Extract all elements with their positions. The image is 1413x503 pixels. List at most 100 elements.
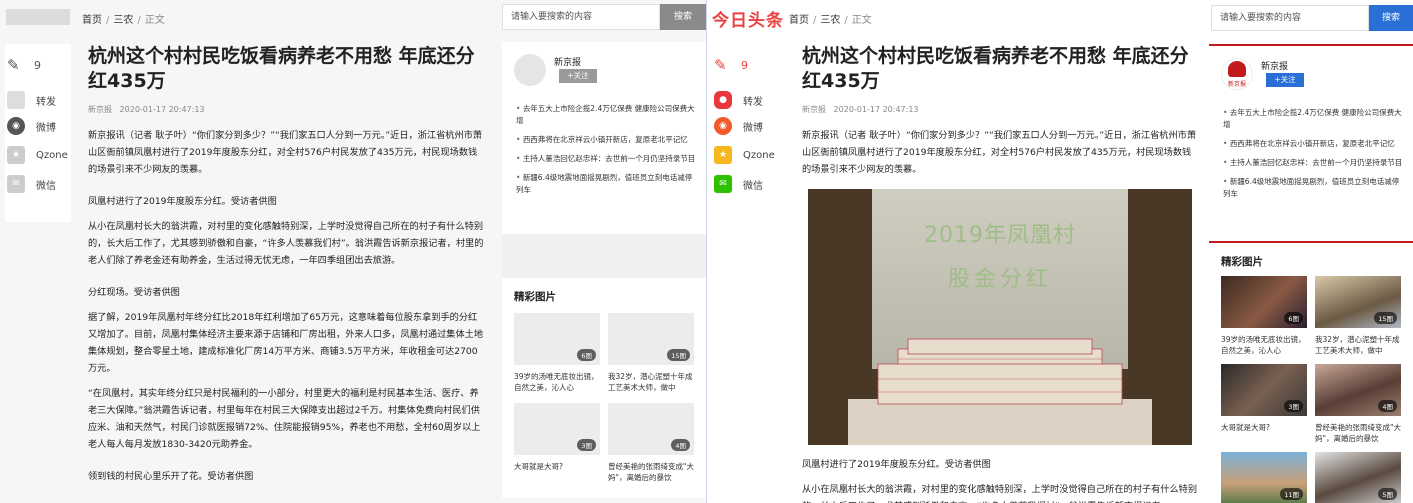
article-photo[interactable]: 2019年凤凰村 股金分红 (808, 189, 1192, 445)
article-title: 杭州这个村村民吃饭看病养老不用愁 年底还分红435万 (802, 45, 1189, 92)
share-repost[interactable]: 转发 (7, 91, 56, 109)
gallery-caption[interactable]: 39岁的汤唯无底妆出镜，自然之美，沁人心 (1221, 334, 1309, 356)
weibo-icon: ◉ (7, 117, 25, 135)
comment-link[interactable]: ✎ 9 (714, 56, 748, 74)
article-time: 2020-01-17 20:47:13 (119, 105, 205, 114)
sidebar-gap (1209, 231, 1413, 243)
article-paragraph: “在凤凰村，其实年终分红只是村民福利的一小部分，村里更大的福利是村民基本生活、医… (88, 388, 481, 450)
share-qzone[interactable]: ★ Qzone (7, 146, 68, 164)
photo-text-line: 股金分红 (947, 267, 1052, 292)
news-item[interactable]: 西西弗将在北京祥云小镇开新店，复原老北平记忆 (516, 134, 698, 146)
breadcrumb-category[interactable]: 三农 (820, 15, 840, 26)
gallery-title: 精彩图片 (514, 291, 556, 303)
search-bar: 请输入要搜索的内容 搜索 (1211, 5, 1413, 31)
gallery-thumb[interactable]: 6图 (1221, 276, 1307, 328)
gallery-caption[interactable]: 39岁的汤唯无底妆出镜，自然之美，沁人心 (514, 371, 602, 393)
photo-count-badge: 3图 (1284, 400, 1303, 412)
gallery-thumb[interactable]: 15图 (1315, 276, 1401, 328)
gallery-caption[interactable]: 曾经美艳的张雨绮变成"大妈"，离婚后的暴饮 (608, 461, 696, 483)
source-avatar[interactable]: 新京报 (1221, 58, 1253, 90)
breadcrumb: 首页 / 三农 / 正文 (789, 15, 872, 26)
share-repost[interactable]: ● 转发 (714, 91, 763, 109)
gallery-thumb[interactable]: 3图 (1221, 364, 1307, 416)
repost-icon: ● (714, 91, 732, 109)
share-qzone[interactable]: ★ Qzone (714, 146, 775, 164)
wechat-icon: ✉ (714, 175, 732, 193)
photo-count-badge: 3图 (577, 439, 596, 451)
share-wechat[interactable]: ✉ 微信 (714, 175, 763, 193)
source-name[interactable]: 新京报 (554, 55, 581, 68)
gallery-caption[interactable]: 大哥就是大哥? (1221, 422, 1309, 433)
share-label: Qzone (36, 149, 68, 161)
news-item[interactable]: 西西弗将在北京祥云小镇开新店，复原老北平记忆 (1223, 138, 1405, 150)
news-item[interactable]: 新疆6.4级地震地面摇晃剧烈，值班员立刻电话减停列车 (516, 172, 698, 196)
toutiao-logo[interactable]: 今日头条 (712, 6, 784, 31)
article-paragraph: 新京报讯（记者 耿子叶）“你们家分到多少？”“我们家五口人分到一万元。”近日，浙… (88, 130, 483, 175)
qzone-icon: ★ (714, 146, 732, 164)
gallery-caption[interactable]: 大哥就是大哥? (514, 461, 602, 472)
image-caption: 凤凰村进行了2019年度股东分红。受访者供图 (802, 459, 991, 470)
comment-count: 9 (741, 58, 748, 72)
follow-button[interactable]: +关注 (1266, 73, 1304, 87)
left-page-pane: 首页 / 三农 / 正文 请输入要搜索的内容 搜索 ✎ 9 转发 ◉ 微博 ★ Qzon… (0, 0, 706, 503)
photo-count-badge: 4图 (671, 439, 690, 451)
gallery-caption[interactable]: 我32岁，潜心泥塑十年成工艺美术大师，做中 (1315, 334, 1403, 356)
gallery-section: 精彩图片 6图 15图 39岁的汤唯无底妆出镜，自然之美，沁人心 我32岁，潜心… (1209, 243, 1413, 503)
sidebar-gap (502, 234, 706, 278)
share-weibo[interactable]: ◉ 微博 (714, 117, 763, 135)
image-caption: 领到钱的村民心里乐开了花。受访者供图 (88, 471, 254, 482)
gallery-thumb[interactable]: 6图 (514, 313, 600, 365)
article: 杭州这个村村民吃饭看病养老不用愁 年底还分红435万 新京报 2020-01-1… (802, 44, 1198, 503)
gallery-thumb[interactable]: 15图 (608, 313, 694, 365)
breadcrumb-current: 正文 (144, 15, 165, 26)
search-button[interactable]: 搜索 (1369, 5, 1413, 31)
news-item[interactable]: 去年五大上市险企揽2.4万亿保费 健康险公司保费大增 (1223, 107, 1405, 131)
breadcrumb-category[interactable]: 三农 (113, 15, 133, 26)
avatar-text: 新京报 (1227, 81, 1246, 88)
share-label: 微博 (36, 122, 56, 134)
share-label: 微信 (36, 180, 56, 192)
search-button[interactable]: 搜索 (660, 4, 706, 30)
photo-count-badge: 15图 (1374, 312, 1397, 324)
article-meta: 新京报 2020-01-17 20:47:13 (802, 104, 1198, 115)
article-source[interactable]: 新京报 (802, 105, 826, 114)
gallery-thumb[interactable]: 4图 (1315, 364, 1401, 416)
photo-count-badge: 11图 (1280, 488, 1303, 500)
gallery-thumb[interactable]: 4图 (608, 403, 694, 455)
top-bar: 今日头条 首页 / 三农 / 正文 请输入要搜索的内容 搜索 (707, 0, 1413, 34)
right-page-pane: 今日头条 首页 / 三农 / 正文 请输入要搜索的内容 搜索 ✎ 9 ● 转发 ◉ 微博… (707, 0, 1413, 503)
news-item[interactable]: 新疆6.4级地震地面摇晃剧烈，值班员立刻电话减停列车 (1223, 176, 1405, 200)
photo-count-badge: 5图 (1378, 488, 1397, 500)
article-title: 杭州这个村村民吃饭看病养老不用愁 年底还分红435万 (88, 45, 475, 92)
news-item[interactable]: 去年五大上市险企揽2.4万亿保费 健康险公司保费大增 (516, 103, 698, 127)
comment-link[interactable]: ✎ 9 (7, 56, 41, 74)
gallery-caption[interactable]: 曾经美艳的张雨绮变成"大妈"，离婚后的暴饮 (1315, 422, 1403, 444)
article-meta: 新京报 2020-01-17 20:47:13 (88, 104, 486, 115)
source-name[interactable]: 新京报 (1261, 59, 1288, 72)
source-avatar[interactable] (514, 54, 546, 86)
article-source[interactable]: 新京报 (88, 105, 112, 114)
photo-text-line: 2019年凤凰村 (924, 223, 1076, 248)
gallery-caption[interactable]: 我32岁，潜心泥塑十年成工艺美术大师，做中 (608, 371, 696, 393)
source-card: 新京报 新京报 +关注 去年五大上市险企揽2.4万亿保费 健康险公司保费大增 西… (1209, 44, 1413, 231)
news-item[interactable]: 主持人董浩回忆赵忠祥：去世前一个月仍坚持录节目 (516, 153, 698, 165)
follow-button[interactable]: +关注 (559, 69, 597, 83)
article-time: 2020-01-17 20:47:13 (833, 105, 919, 114)
source-news-list: 去年五大上市险企揽2.4万亿保费 健康险公司保费大增 西西弗将在北京祥云小镇开新… (516, 103, 698, 203)
share-wechat[interactable]: ✉ 微信 (7, 175, 56, 193)
sidebar: 新京报 新京报 +关注 去年五大上市险企揽2.4万亿保费 健康险公司保费大增 西… (1209, 44, 1413, 503)
search-input[interactable]: 请输入要搜索的内容 (502, 4, 660, 30)
repost-icon (7, 91, 25, 109)
article-paragraph: 从小在凤凰村长大的翁洪霞，对村里的变化感触特别深，上学时没觉得自己所在的村子有什… (88, 221, 484, 266)
breadcrumb-home[interactable]: 首页 (82, 15, 102, 26)
gallery-thumb[interactable]: 3图 (514, 403, 600, 455)
news-item[interactable]: 主持人董浩回忆赵忠祥：去世前一个月仍坚持录节目 (1223, 157, 1405, 169)
gallery-thumb[interactable]: 5图 (1315, 452, 1401, 503)
photo-count-badge: 6图 (577, 349, 596, 361)
gallery-thumb[interactable]: 11图 (1221, 452, 1307, 503)
source-card: 新京报 +关注 去年五大上市险企揽2.4万亿保费 健康险公司保费大增 西西弗将在… (502, 42, 706, 234)
search-input[interactable]: 请输入要搜索的内容 (1211, 5, 1369, 31)
article: 杭州这个村村民吃饭看病养老不用愁 年底还分红435万 新京报 2020-01-1… (88, 44, 486, 485)
breadcrumb-home[interactable]: 首页 (789, 15, 809, 26)
share-weibo[interactable]: ◉ 微博 (7, 117, 56, 135)
